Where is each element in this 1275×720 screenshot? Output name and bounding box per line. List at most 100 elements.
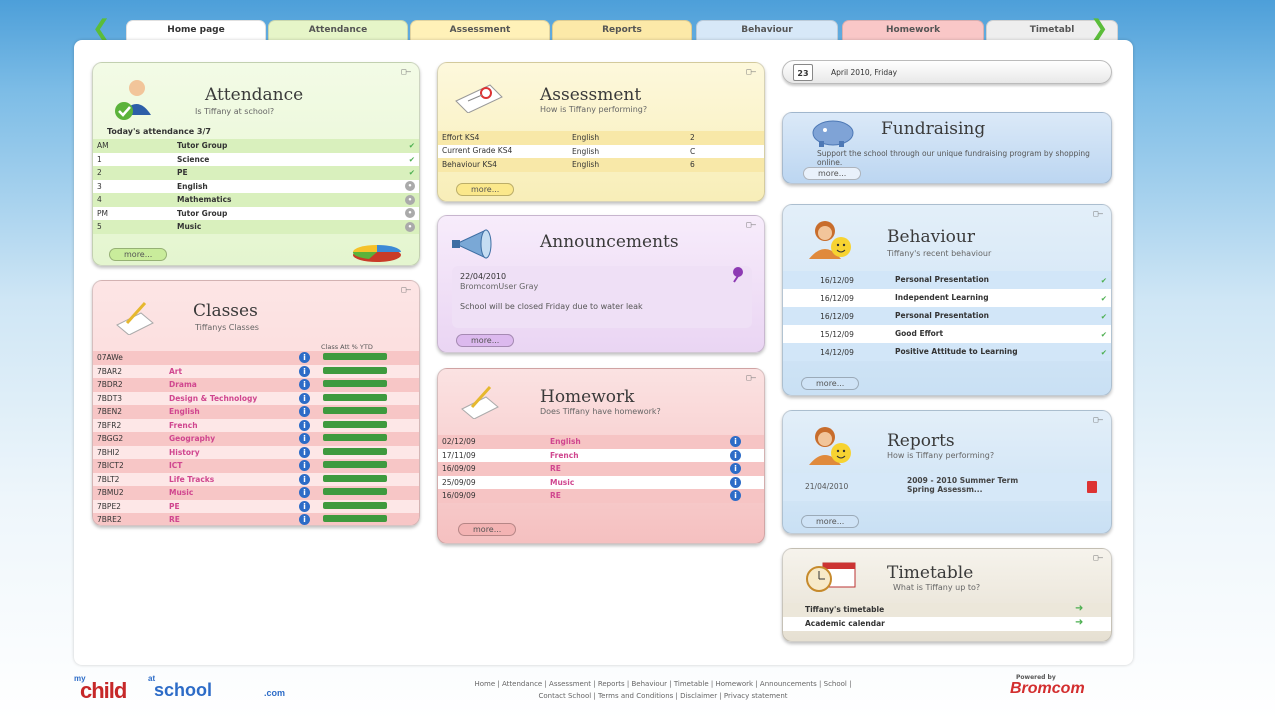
- info-icon[interactable]: i: [730, 449, 741, 461]
- class-row[interactable]: 7BRE2 RE i: [93, 513, 419, 525]
- class-row[interactable]: 7BEN2 English i: [93, 405, 419, 419]
- info-icon[interactable]: i: [299, 460, 310, 472]
- info-icon[interactable]: i: [299, 433, 310, 445]
- widget-controls-icon[interactable]: □–: [746, 220, 756, 229]
- info-icon[interactable]: i: [299, 419, 310, 431]
- attendance-row: PM Tutor Group •: [93, 206, 419, 220]
- behaviour-more-button[interactable]: more...: [801, 377, 860, 390]
- attendance-more-button[interactable]: more...: [109, 248, 168, 261]
- class-subject[interactable]: English: [165, 405, 295, 419]
- class-subject[interactable]: History: [165, 446, 295, 460]
- info-icon[interactable]: i: [299, 392, 310, 404]
- homework-subject[interactable]: French: [546, 449, 726, 463]
- behaviour-status: ✔: [1075, 289, 1111, 307]
- tab-reports[interactable]: Reports: [552, 20, 692, 40]
- homework-subject[interactable]: Music: [546, 476, 726, 490]
- assessment-row: Behaviour KS4 English 6: [438, 158, 764, 172]
- class-subject[interactable]: Design & Technology: [165, 392, 295, 406]
- academic-calendar-link[interactable]: Academic calendar: [805, 619, 885, 628]
- class-subject[interactable]: Art: [165, 365, 295, 379]
- attendance-bar: [323, 434, 387, 442]
- class-code: 7BDR2: [97, 380, 123, 390]
- class-subject[interactable]: Music: [165, 486, 295, 500]
- homework-row[interactable]: 16/09/09 RE i: [438, 462, 764, 476]
- class-subject[interactable]: Geography: [165, 432, 295, 446]
- widget-controls-icon[interactable]: □–: [1093, 553, 1103, 562]
- assessment-subject: English: [572, 160, 600, 170]
- widget-controls-icon[interactable]: □–: [401, 67, 411, 76]
- class-row[interactable]: 7BHI2 History i: [93, 445, 419, 460]
- widget-controls-icon[interactable]: □–: [1093, 209, 1103, 218]
- class-row[interactable]: 7BAR2 Art i: [93, 364, 419, 379]
- class-row[interactable]: 7BGG2 Geography i: [93, 432, 419, 446]
- homework-row[interactable]: 17/11/09 French i: [438, 448, 764, 463]
- widget-controls-icon[interactable]: □–: [746, 373, 756, 382]
- info-icon[interactable]: i: [299, 446, 310, 458]
- timetable-link-row[interactable]: Tiffany's timetable ➜: [783, 603, 1111, 617]
- class-subject[interactable]: PE: [165, 500, 295, 514]
- class-subject[interactable]: Drama: [165, 378, 295, 392]
- class-row[interactable]: 7BPE2 PE i: [93, 499, 419, 514]
- class-attendance: [319, 365, 419, 379]
- report-row[interactable]: 21/04/2010 2009 - 2010 Summer Term Sprin…: [783, 473, 1111, 501]
- tab-behaviour[interactable]: Behaviour: [696, 20, 838, 40]
- reports-subtitle: How is Tiffany performing?: [887, 451, 995, 460]
- tab-attendance[interactable]: Attendance: [268, 20, 408, 40]
- reports-more-button[interactable]: more...: [801, 515, 860, 528]
- reports-title: Reports: [887, 431, 955, 451]
- announcements-more-button[interactable]: more...: [456, 334, 515, 347]
- class-row[interactable]: 07AWe i: [93, 351, 419, 365]
- class-row[interactable]: 7BDR2 Drama i: [93, 378, 419, 392]
- class-row[interactable]: 7BMU2 Music i: [93, 486, 419, 500]
- report-name[interactable]: 2009 - 2010 Summer Term Spring Assessm..…: [907, 476, 1047, 494]
- class-subject[interactable]: [165, 351, 295, 365]
- homework-subject[interactable]: English: [546, 435, 726, 449]
- tab-assessment[interactable]: Assessment: [410, 20, 550, 40]
- homework-row[interactable]: 25/09/09 Music i: [438, 475, 764, 490]
- homework-subject[interactable]: RE: [546, 462, 726, 476]
- class-subject[interactable]: RE: [165, 513, 295, 525]
- footer-legal-links[interactable]: Contact School | Terms and Conditions | …: [318, 692, 1008, 700]
- bromcom-logo[interactable]: Bromcom: [1010, 680, 1085, 698]
- tab-home-page[interactable]: Home page: [126, 20, 266, 42]
- info-icon[interactable]: i: [299, 473, 310, 485]
- assessment-more-button[interactable]: more...: [456, 183, 515, 196]
- mychildatschool-logo[interactable]: my child at school .com: [74, 674, 304, 706]
- info-icon[interactable]: i: [730, 436, 741, 448]
- widget-controls-icon[interactable]: □–: [746, 67, 756, 76]
- homework-more-button[interactable]: more...: [458, 523, 517, 536]
- info-icon[interactable]: i: [299, 514, 310, 525]
- class-subject[interactable]: Life Tracks: [165, 473, 295, 487]
- timetable-link-row[interactable]: Academic calendar ➜: [783, 617, 1111, 631]
- info-icon[interactable]: i: [299, 406, 310, 418]
- info-icon[interactable]: i: [299, 352, 310, 364]
- arrow-right-icon[interactable]: ➜: [1075, 603, 1083, 614]
- class-subject[interactable]: French: [165, 419, 295, 433]
- fundraising-more-button[interactable]: more...: [803, 167, 862, 180]
- info-icon[interactable]: i: [299, 379, 310, 391]
- attendance-period: 2: [97, 168, 102, 178]
- widget-controls-icon[interactable]: □–: [401, 285, 411, 294]
- pdf-icon[interactable]: [1087, 481, 1097, 493]
- timetable-link[interactable]: Tiffany's timetable: [805, 605, 884, 614]
- pupil-smiley-icon: [803, 217, 859, 264]
- homework-row[interactable]: 16/09/09 RE i: [438, 489, 764, 503]
- info-icon[interactable]: i: [299, 487, 310, 499]
- tab-homework[interactable]: Homework: [842, 20, 984, 40]
- info-icon[interactable]: i: [730, 490, 741, 502]
- info-icon[interactable]: i: [299, 365, 310, 377]
- tabs-right-arrow[interactable]: ❯: [1090, 18, 1108, 40]
- class-subject[interactable]: ICT: [165, 459, 295, 473]
- arrow-right-icon[interactable]: ➜: [1075, 617, 1083, 628]
- info-icon[interactable]: i: [730, 463, 741, 475]
- widget-controls-icon[interactable]: □–: [1093, 415, 1103, 424]
- footer-nav-links[interactable]: Home | Attendance | Assessment | Reports…: [318, 680, 1008, 688]
- homework-row[interactable]: 02/12/09 English i: [438, 435, 764, 449]
- homework-subject[interactable]: RE: [546, 489, 726, 503]
- info-icon[interactable]: i: [299, 500, 310, 512]
- class-row[interactable]: 7BICT2 ICT i: [93, 459, 419, 473]
- class-row[interactable]: 7BFR2 French i: [93, 418, 419, 433]
- class-row[interactable]: 7BLT2 Life Tracks i: [93, 472, 419, 487]
- class-row[interactable]: 7BDT3 Design & Technology i: [93, 391, 419, 406]
- info-icon[interactable]: i: [730, 476, 741, 488]
